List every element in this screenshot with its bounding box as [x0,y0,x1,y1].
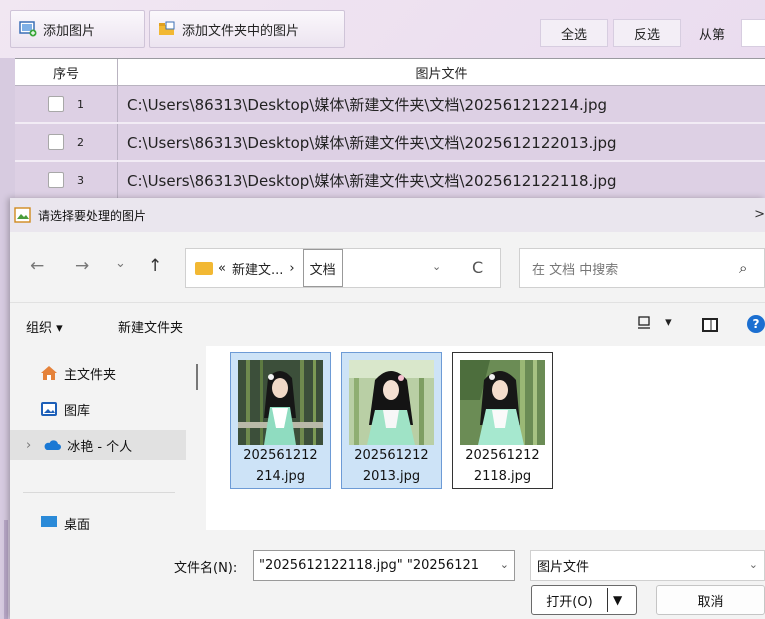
filename-input[interactable]: "2025612122118.jpg" "20256121 ⌄ [253,550,515,581]
new-folder-button[interactable]: 新建文件夹 [118,317,183,336]
file-item-focused[interactable]: 202561212 2118.jpg [452,352,553,489]
add-folder-images-label: 添加文件夹中的图片 [182,23,300,39]
folder-image-icon [159,21,175,35]
folder-icon [195,261,213,275]
row-checkbox[interactable] [48,96,64,112]
view-options-button[interactable]: ▾ [637,315,672,330]
sidebar-item-label: 主文件夹 [64,367,117,383]
filename-label: 文件名(N): [174,561,238,576]
sidebar-item-home[interactable]: 主文件夹 [40,358,204,388]
from-input[interactable] [741,19,765,47]
chevron-down-icon: ⌄ [748,558,758,571]
batch-image-app: 添加图片 添加文件夹中的图片 全选 反选 从第 序号 图片文件 1 C:\Use… [0,0,765,200]
table-row[interactable]: 3 C:\Users\86313\Desktop\媒体\新建文件夹\文档\202… [15,162,765,200]
expand-chevron-icon[interactable]: › [26,438,31,453]
col-header-index[interactable]: 序号 [15,59,118,85]
image-file-table: 序号 图片文件 1 C:\Users\86313\Desktop\媒体\新建文件… [15,58,765,200]
filename-dropdown-icon[interactable]: ⌄ [500,558,509,571]
table-header: 序号 图片文件 [15,59,765,86]
row-checkbox[interactable] [48,172,64,188]
image-thumbnail [349,360,434,445]
gallery-icon [41,402,57,416]
sidebar-scrollbar[interactable] [196,364,198,390]
recent-locations-button[interactable]: ⌄ [115,256,126,271]
dialog-title: 请选择要处理的图片 [38,208,147,223]
table-row[interactable]: 2 C:\Users\86313\Desktop\媒体\新建文件夹\文档\202… [15,124,765,162]
preview-pane-icon[interactable] [702,318,718,332]
row-checkbox[interactable] [48,134,64,150]
add-images-label: 添加图片 [43,23,96,39]
forward-button[interactable]: → [75,256,89,276]
help-icon[interactable]: ? [747,315,765,333]
table-row[interactable]: 1 C:\Users\86313\Desktop\媒体\新建文件夹\文档\202… [15,86,765,124]
command-bar: 组织 ▾ 新建文件夹 ▾ ? [10,302,765,346]
search-placeholder: 在 文档 中搜索 [532,262,619,278]
image-thumbnail [238,360,323,445]
row-index: 3 [77,173,84,187]
sidebar-item-label: 图库 [64,403,91,419]
refresh-button[interactable]: C [472,258,483,277]
row-index: 2 [77,135,84,149]
sidebar-item-desktop[interactable]: 桌面 [40,514,204,530]
filetype-value: 图片文件 [537,560,590,575]
sidebar-item-label: 冰艳 - 个人 [67,439,133,455]
home-icon [41,366,57,380]
file-name: 202561212 2118.jpg [465,448,540,484]
filetype-select[interactable]: 图片文件 ⌄ [530,550,765,581]
back-button[interactable]: ← [30,256,44,276]
row-index: 1 [77,97,84,111]
address-dropdown-icon[interactable]: ⌄ [432,260,441,273]
app-scroll-indicator [4,520,8,619]
file-name: 202561212 2013.jpg [354,448,429,484]
invert-selection-button[interactable]: 反选 [613,19,681,47]
organize-menu[interactable]: 组织 ▾ [26,317,63,336]
row-path: C:\Users\86313\Desktop\媒体\新建文件夹\文档\20256… [127,95,607,114]
row-path: C:\Users\86313\Desktop\媒体\新建文件夹\文档\20256… [127,171,617,190]
navigation-bar: ← → ⌄ ↑ « 新建文... › 文档 ⌄ C 在 文档 中搜索 ⌕ [10,232,765,302]
image-file-icon [14,207,31,223]
dialog-close-button[interactable]: > [754,207,765,222]
open-dropdown-icon[interactable]: ▼ [613,593,622,607]
dialog-footer: 文件名(N): "2025612122118.jpg" "20256121 ⌄ … [10,530,765,619]
view-icon [638,315,650,329]
address-current-folder[interactable]: 文档 [302,249,343,287]
up-button[interactable]: ↑ [148,256,162,276]
sidebar-item-label: 桌面 [64,518,91,530]
add-folder-images-button[interactable]: 添加文件夹中的图片 [149,10,345,48]
desktop-icon [41,516,57,527]
open-split-divider [607,588,608,612]
sidebar-item-gallery[interactable]: 图库 [40,394,204,424]
select-all-button[interactable]: 全选 [540,19,608,47]
search-icon[interactable]: ⌕ [739,259,747,277]
add-images-button[interactable]: 添加图片 [10,10,145,48]
dialog-titlebar: 请选择要处理的图片 > [10,198,765,232]
sidebar-item-onedrive[interactable]: › 冰艳 - 个人 [10,430,186,460]
open-button-label: 打开(O) [546,594,593,610]
file-name: 202561212 214.jpg [243,448,318,484]
address-bar[interactable]: « 新建文... › 文档 ⌄ C [185,248,501,288]
cloud-icon [44,440,62,450]
sidebar-divider [23,492,175,493]
row-path: C:\Users\86313\Desktop\媒体\新建文件夹\文档\20256… [127,133,617,152]
file-list-view: 202561212 214.jpg 202561212 2013.jpg 202… [206,346,765,530]
address-overflow[interactable]: « [218,261,226,276]
open-file-dialog: 请选择要处理的图片 > ← → ⌄ ↑ « 新建文... › 文档 ⌄ C 在 … [10,198,765,619]
search-input[interactable]: 在 文档 中搜索 ⌕ [519,248,765,288]
open-button[interactable]: 打开(O) ▼ [531,585,637,615]
image-thumbnail [460,360,545,445]
add-image-icon [19,21,37,37]
from-label: 从第 [699,27,726,43]
file-item[interactable]: 202561212 214.jpg [230,352,331,489]
view-dropdown-arrow: ▾ [665,315,672,330]
navigation-pane: 主文件夹 图库 › 冰艳 - 个人 桌面 [10,346,206,530]
filename-value: "2025612122118.jpg" "20256121 [259,558,480,573]
address-segment[interactable]: 新建文... [232,259,283,278]
file-item[interactable]: 202561212 2013.jpg [341,352,442,489]
col-header-file[interactable]: 图片文件 [118,59,765,85]
chevron-right-icon[interactable]: › [289,261,294,276]
cancel-button[interactable]: 取消 [656,585,765,615]
